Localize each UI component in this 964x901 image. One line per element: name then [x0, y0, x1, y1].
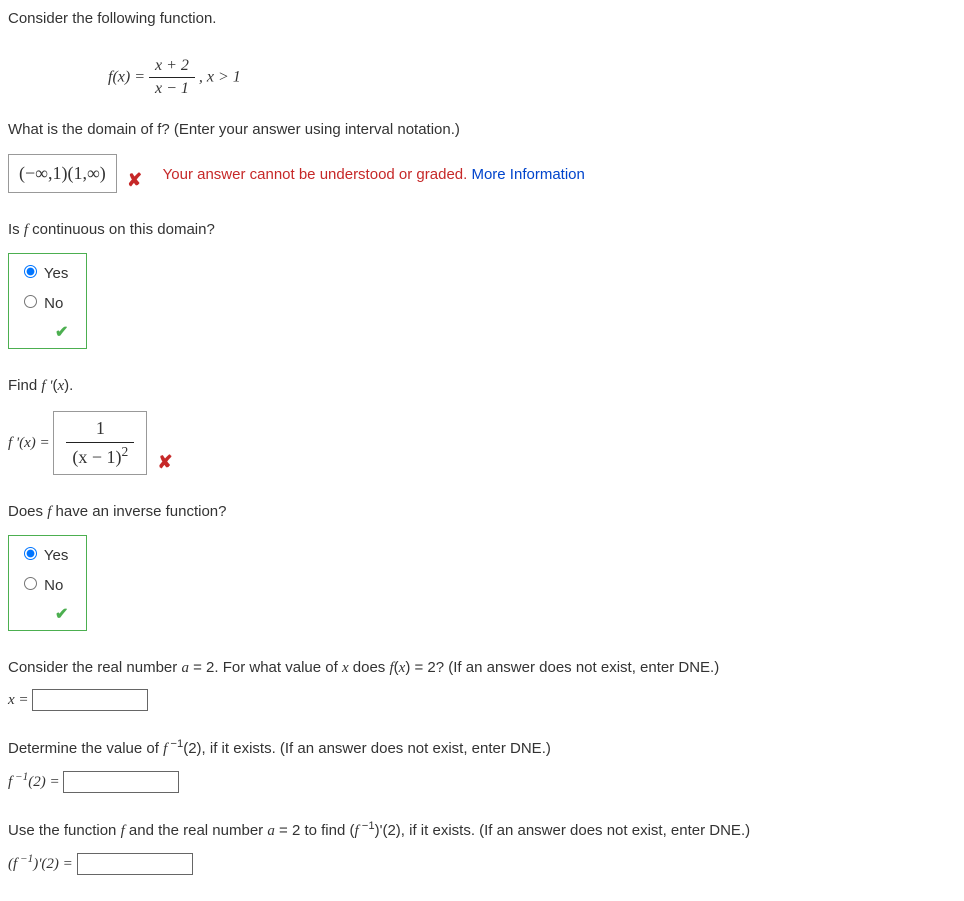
fprime-lhs: f '(x) = [8, 435, 53, 451]
finv2-lhs: f −1(2) = [8, 774, 63, 790]
label-yes: Yes [44, 265, 68, 282]
more-info-link[interactable]: More Information [471, 166, 584, 183]
option-no[interactable]: No [19, 574, 68, 596]
fprime-num: 1 [66, 416, 134, 442]
input-finvprime2[interactable] [77, 853, 193, 875]
question-inverse: Does f have an inverse function? [8, 501, 956, 523]
fraction-den: x − 1 [149, 78, 195, 100]
cross-icon: ✘ [127, 168, 142, 193]
error-message: Your answer cannot be understood or grad… [163, 166, 472, 183]
label-yes: Yes [44, 547, 68, 564]
intro-text: Consider the following function. [8, 8, 956, 29]
x-equals: x = [8, 692, 32, 708]
option-yes[interactable]: Yes [19, 544, 68, 566]
check-icon: ✔ [55, 604, 68, 626]
input-finv2[interactable] [63, 771, 179, 793]
radio-no[interactable] [24, 295, 37, 308]
question-solve-x: Consider the real number a = 2. For what… [8, 657, 956, 679]
cross-icon: ✘ [157, 450, 172, 475]
fprime-den: (x − 1)2 [66, 443, 134, 470]
option-no[interactable]: No [19, 292, 68, 314]
continuous-options: Yes No ✔ [8, 253, 87, 349]
fraction-f: x + 2 x − 1 [149, 55, 195, 101]
f-lhs: f(x) = [108, 69, 149, 86]
radio-yes[interactable] [24, 265, 37, 278]
label-no: No [44, 295, 63, 312]
radio-no[interactable] [24, 577, 37, 590]
check-icon: ✔ [55, 322, 68, 344]
question-domain: What is the domain of f? (Enter your ans… [8, 119, 956, 140]
input-x[interactable] [32, 689, 148, 711]
finvprime2-lhs: (f −1)'(2) = [8, 856, 77, 872]
answer-fprime[interactable]: 1 (x − 1)2 [53, 411, 147, 474]
radio-yes[interactable] [24, 547, 37, 560]
label-no: No [44, 577, 63, 594]
inverse-options: Yes No ✔ [8, 535, 87, 631]
answer-domain[interactable]: (−∞,1)(1,∞) [8, 154, 117, 193]
question-finv2: Determine the value of f −1(2), if it ex… [8, 737, 956, 760]
function-definition: f(x) = x + 2 x − 1 , x > 1 [108, 55, 956, 101]
option-yes[interactable]: Yes [19, 262, 68, 284]
fraction-num: x + 2 [149, 55, 195, 78]
fprime-fraction: 1 (x − 1)2 [66, 416, 134, 469]
question-fprime: Find f '(x). [8, 375, 956, 397]
question-finvprime2: Use the function f and the real number a… [8, 819, 956, 842]
question-continuous: Is f continuous on this domain? [8, 219, 956, 241]
domain-condition: , x > 1 [199, 69, 241, 86]
